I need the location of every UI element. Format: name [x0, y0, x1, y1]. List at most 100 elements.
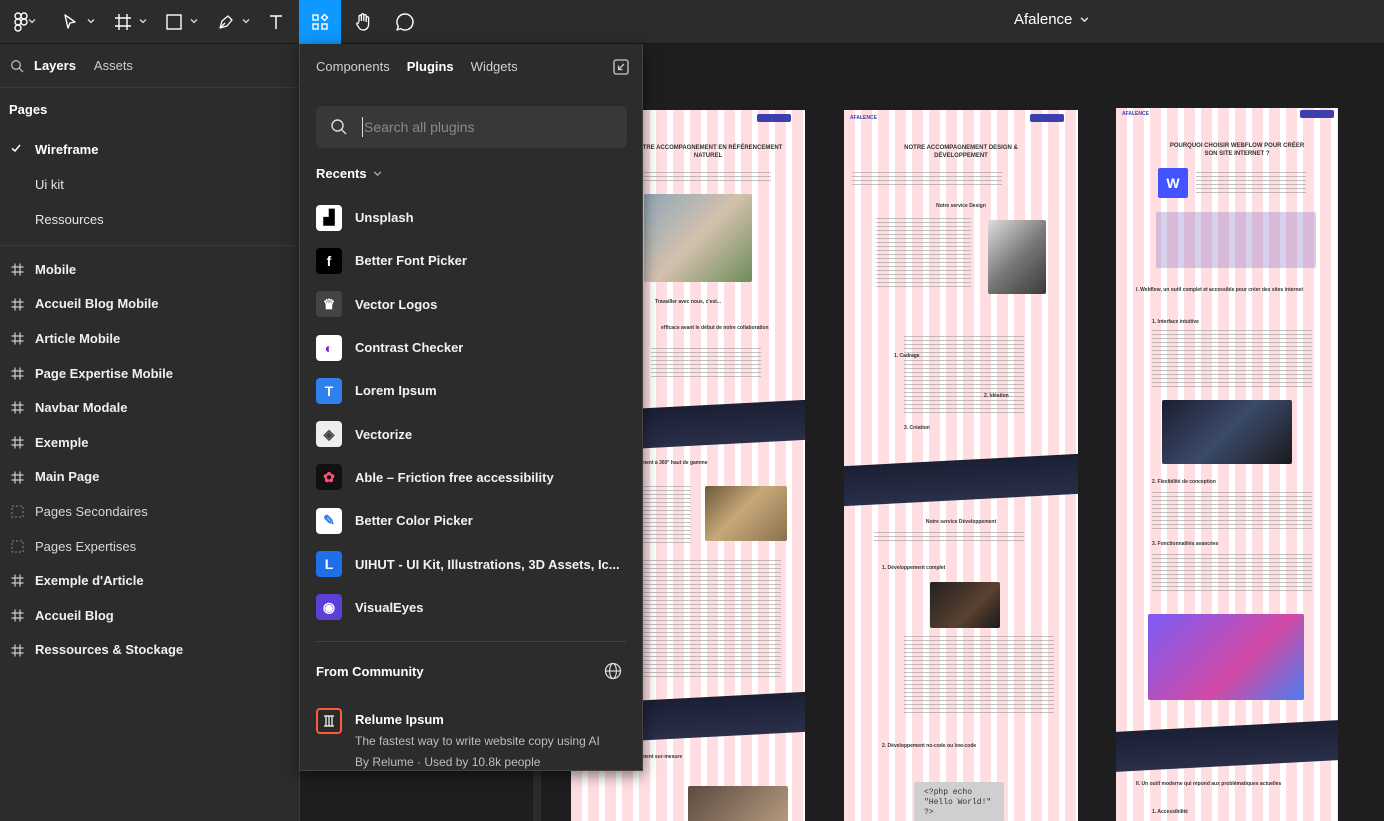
text-tool-button[interactable]	[262, 0, 290, 44]
layer-item[interactable]: Pages Expertises	[0, 529, 299, 564]
artboard-design-dev[interactable]: AFALENCE NOTRE ACCOMPAGNEMENT DESIGN & D…	[844, 110, 1078, 821]
artboard-heading: 1. Accessibilité	[1152, 809, 1188, 815]
plugin-search	[316, 106, 627, 148]
plugin-item[interactable]: ◈ Vectorize	[316, 412, 632, 455]
plugin-search-input[interactable]	[362, 117, 612, 137]
community-plugin-item[interactable]: Relume Ipsum The fastest way to write we…	[316, 708, 600, 769]
able-icon: ✿	[316, 464, 342, 491]
frame-icon	[11, 644, 24, 657]
page-item-ressources[interactable]: Ressources	[0, 202, 299, 237]
pen-tool-button[interactable]	[211, 0, 241, 44]
layer-item[interactable]: Exemple	[0, 425, 299, 460]
webflow-logo: W	[1158, 168, 1188, 198]
plugin-name: Unsplash	[355, 210, 414, 226]
artboard-heading: efficace avant le début de notre collabo…	[661, 325, 769, 331]
plugin-name: UIHUT - UI Kit, Illustrations, 3D Assets…	[355, 556, 620, 572]
shape-tool-button[interactable]	[159, 0, 189, 44]
plugin-name: Vectorize	[355, 426, 413, 442]
contrast-checker-icon: ◐	[316, 334, 342, 361]
layer-item[interactable]: Mobile	[0, 252, 299, 287]
comment-tool-button[interactable]	[390, 0, 420, 44]
artboard-title: NOTRE ACCOMPAGNEMENT DESIGN & DÉVELOPPEM…	[904, 145, 1018, 159]
layer-label: Page Expertise Mobile	[35, 365, 173, 381]
page-item-wireframe[interactable]: Wireframe	[0, 132, 299, 167]
code-photo	[930, 582, 1000, 628]
tab-widgets[interactable]: Widgets	[471, 59, 518, 74]
layer-item[interactable]: Main Page	[0, 460, 299, 495]
vectorize-icon: ◈	[316, 421, 342, 448]
layer-label: Pages Secondaires	[35, 503, 148, 519]
chevron-down-icon[interactable]	[242, 17, 250, 25]
plugin-item[interactable]: ◉ VisualEyes	[316, 586, 632, 629]
chevron-down-icon	[1080, 17, 1089, 23]
vector-logos-icon: ♛	[316, 291, 342, 318]
frame-icon	[11, 471, 24, 484]
recent-plugins-list: ▟ Unsplash f Better Font Picker ♛ Vector Logo…	[316, 196, 632, 629]
plugin-item[interactable]: ♛ Vector Logos	[316, 283, 632, 326]
globe-icon[interactable]	[604, 662, 622, 680]
artboard-heading: 2. Flexibilité de conception	[1152, 479, 1216, 485]
community-plugin-name: Relume Ipsum	[355, 712, 444, 727]
tab-layers[interactable]: Layers	[34, 58, 76, 73]
frame-icon	[11, 298, 24, 311]
toolbar: Afalence	[0, 0, 1384, 44]
plugin-item[interactable]: T Lorem Ipsum	[316, 369, 632, 412]
layer-item[interactable]: Pages Secondaires	[0, 494, 299, 529]
layer-item[interactable]: Ressources & Stockage	[0, 633, 299, 668]
plugin-name: Contrast Checker	[355, 340, 464, 356]
plugin-item[interactable]: ◐ Contrast Checker	[316, 326, 632, 369]
search-icon[interactable]	[10, 59, 24, 73]
layer-item[interactable]: Accueil Blog Mobile	[0, 287, 299, 322]
plugin-item[interactable]: f Better Font Picker	[316, 239, 632, 282]
chevron-down-icon[interactable]	[139, 17, 147, 25]
layer-item[interactable]: Page Expertise Mobile	[0, 356, 299, 391]
callout-box	[1156, 212, 1316, 268]
hand-tool-button[interactable]	[348, 0, 378, 44]
artboard-title: POURQUOI CHOISIR WEBFLOW POUR CRÉER SON …	[1169, 143, 1305, 157]
page-label: Ui kit	[35, 177, 64, 192]
plugin-name: Better Color Picker	[355, 513, 473, 529]
recents-dropdown[interactable]: Recents	[316, 166, 382, 181]
layer-item[interactable]: Navbar Modale	[0, 390, 299, 425]
tab-assets[interactable]: Assets	[94, 58, 133, 73]
resources-panel: Components Plugins Widgets Recents ▟ Unsp…	[299, 44, 643, 771]
layer-item[interactable]: Article Mobile	[0, 321, 299, 356]
chevron-down-icon[interactable]	[28, 17, 36, 25]
artboard-heading: 3. Création	[904, 425, 930, 431]
plugin-item[interactable]: L UIHUT - UI Kit, Illustrations, 3D Asset…	[316, 542, 632, 585]
unsplash-icon: ▟	[316, 204, 342, 231]
tab-plugins[interactable]: Plugins	[407, 59, 454, 74]
pen-icon	[219, 15, 233, 29]
text-block	[621, 560, 781, 680]
plugin-item[interactable]: ✿ Able – Friction free accessibility	[316, 456, 632, 499]
layer-item[interactable]: Accueil Blog	[0, 598, 299, 633]
frame-tool-button[interactable]	[108, 0, 138, 44]
text-block	[1152, 554, 1312, 594]
move-tool-button[interactable]	[55, 0, 85, 44]
tab-components[interactable]: Components	[316, 59, 390, 74]
artboard-heading: I. Webflow, un outil complet et accessib…	[1136, 287, 1303, 293]
layer-label: Accueil Blog	[35, 607, 114, 623]
team-photo	[644, 194, 752, 282]
design-photo	[988, 220, 1046, 294]
meeting-photo	[688, 786, 788, 821]
artboard-webflow[interactable]: AFALENCE POURQUOI CHOISIR WEBFLOW POUR C…	[1116, 108, 1338, 821]
resources-icon	[312, 13, 329, 30]
artboard-heading: Notre service Design	[936, 203, 986, 209]
collapse-icon[interactable]	[612, 58, 630, 76]
page-item-ui-kit[interactable]: Ui kit	[0, 167, 299, 202]
chevron-down-icon[interactable]	[87, 17, 95, 25]
plugin-item[interactable]: ▟ Unsplash	[316, 196, 632, 239]
nav-contact-button	[757, 114, 791, 122]
frame-icon	[115, 14, 131, 30]
nav-contact-button	[1030, 114, 1064, 122]
frame-icon	[11, 332, 24, 345]
chevron-down-icon[interactable]	[190, 17, 198, 25]
document-title-button[interactable]: Afalence	[1014, 11, 1089, 28]
plugin-name: Lorem Ipsum	[355, 383, 437, 399]
layer-item[interactable]: Exemple d'Article	[0, 563, 299, 598]
artboard-heading: 1. Interface intuitive	[1152, 319, 1199, 325]
frame-icon	[11, 574, 24, 587]
plugin-item[interactable]: ✎ Better Color Picker	[316, 499, 632, 542]
resources-tool-button[interactable]	[299, 0, 341, 44]
